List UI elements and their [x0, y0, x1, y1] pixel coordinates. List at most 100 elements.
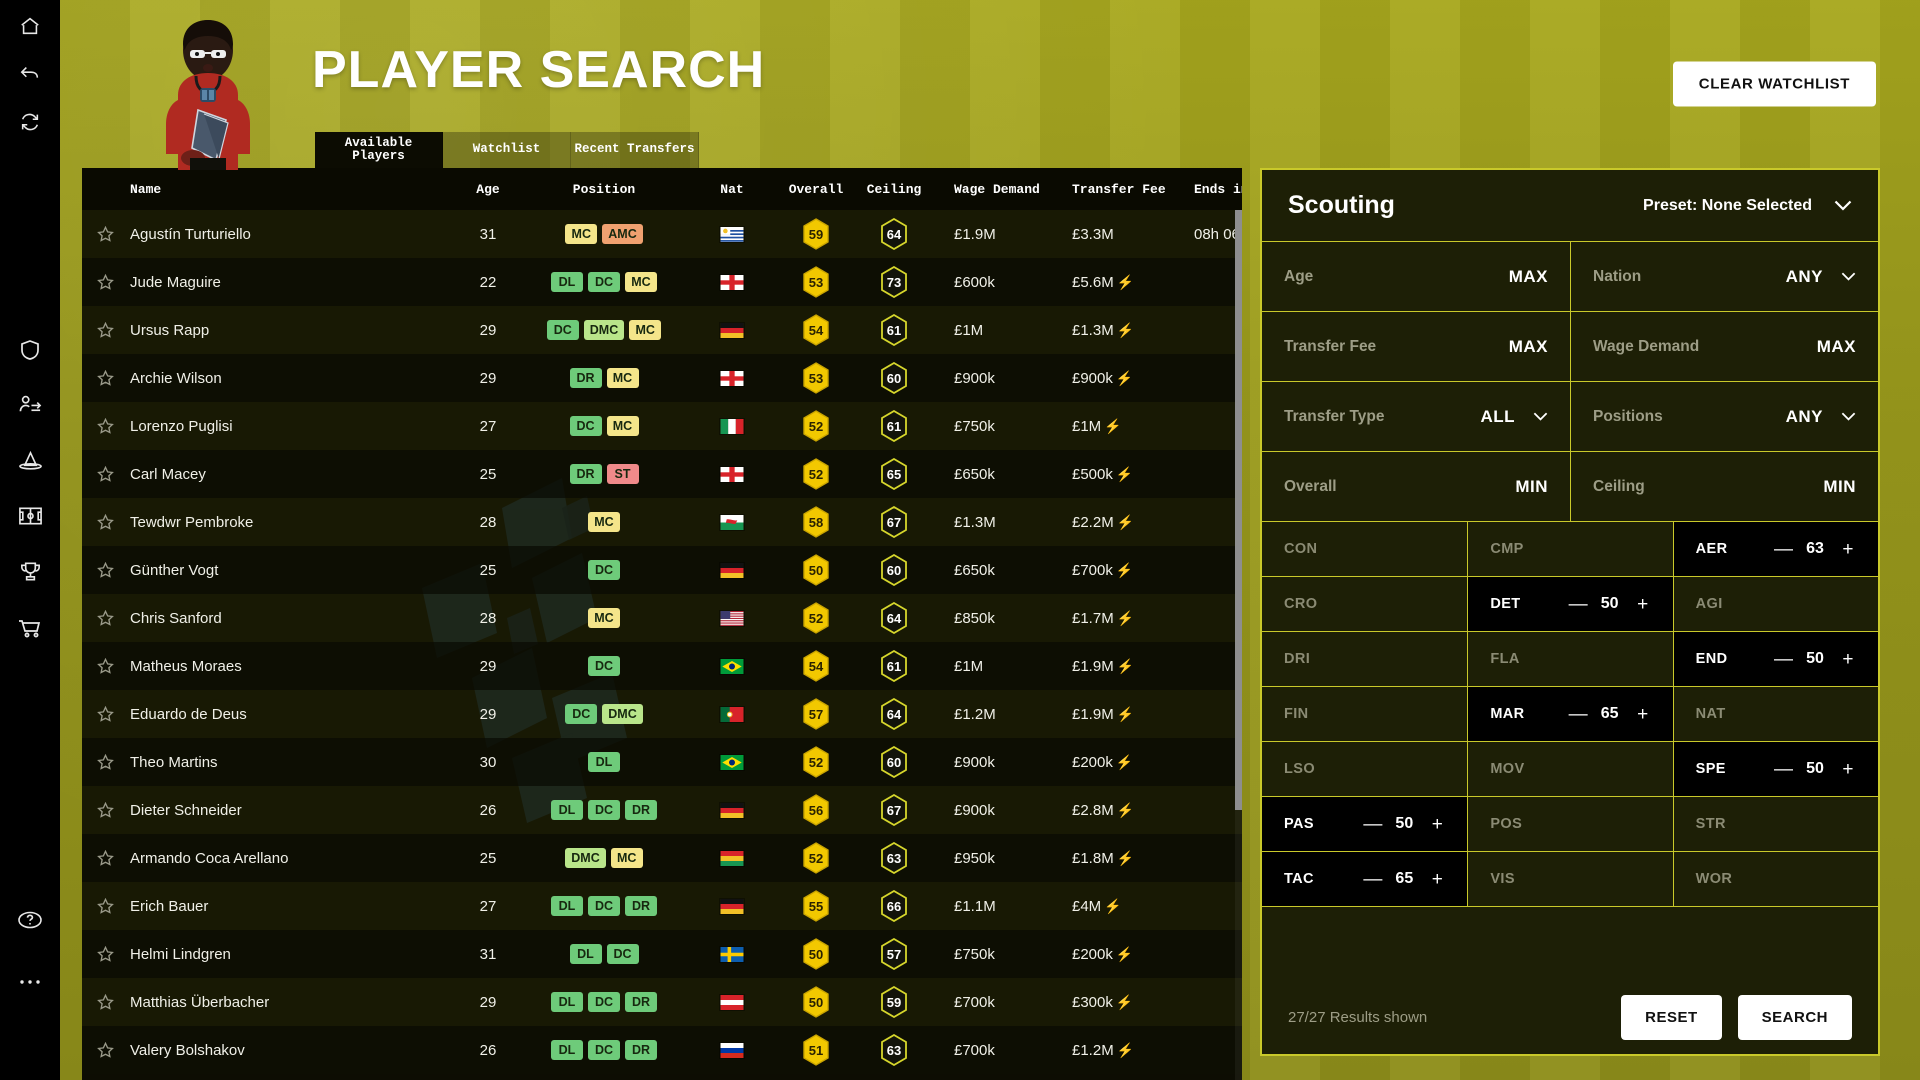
table-row[interactable]: Carl Macey 25 DR ST 52 65 £650k £500k ⚡ — [82, 450, 1242, 498]
watchlist-star-button[interactable] — [82, 561, 128, 579]
position-badge: DMC — [602, 704, 643, 724]
table-row[interactable]: Erich Bauer 27 DL DC DR 55 66 £1.1M £4M ⚡ — [82, 882, 1242, 930]
filter-overall[interactable]: Overall MIN — [1262, 452, 1570, 521]
pitch-icon[interactable] — [10, 496, 50, 536]
attribute-pos[interactable]: POS — [1467, 797, 1672, 851]
back-arrow-icon[interactable] — [10, 54, 50, 94]
watchlist-star-button[interactable] — [82, 993, 128, 1011]
table-row[interactable]: Helmi Lindgren 31 DL DC 50 57 £750k £200k… — [82, 930, 1242, 978]
table-row[interactable]: Jude Maguire 22 DL DC MC 53 73 £600k £5.6M… — [82, 258, 1242, 306]
decrement-button[interactable]: — — [1774, 760, 1793, 779]
watchlist-star-button[interactable] — [82, 417, 128, 435]
increment-button[interactable]: + — [1840, 540, 1856, 559]
table-row[interactable]: Matthias Überbacher 29 DL DC DR 50 59 £700… — [82, 978, 1242, 1026]
refresh-icon[interactable] — [10, 102, 50, 142]
attribute-mov[interactable]: MOV — [1467, 742, 1672, 796]
decrement-button[interactable]: — — [1363, 870, 1382, 889]
attribute-mar[interactable]: MAR — 65 + — [1467, 687, 1673, 741]
table-row[interactable]: Eduardo de Deus 29 DC DMC 57 64 £1.2M £1.… — [82, 690, 1242, 738]
increment-button[interactable]: + — [1840, 760, 1856, 779]
watchlist-star-button[interactable] — [82, 321, 128, 339]
watchlist-star-button[interactable] — [82, 609, 128, 627]
shield-icon[interactable] — [10, 330, 50, 370]
decrement-button[interactable]: — — [1569, 595, 1588, 614]
trophy-icon[interactable] — [10, 552, 50, 592]
decrement-button[interactable]: — — [1774, 650, 1793, 669]
reset-button[interactable]: RESET — [1621, 994, 1722, 1040]
home-icon[interactable] — [10, 6, 50, 46]
increment-button[interactable]: + — [1429, 815, 1445, 834]
attribute-det[interactable]: DET — 50 + — [1467, 577, 1673, 631]
watchlist-star-button[interactable] — [82, 897, 128, 915]
filter-positions[interactable]: Positions ANY — [1570, 382, 1878, 451]
preset-selector[interactable]: Preset: None Selected — [1643, 197, 1852, 215]
tab-recent-transfers[interactable]: Recent Transfers — [571, 132, 699, 168]
table-row[interactable]: Dieter Schneider 26 DL DC DR 56 67 £900k £… — [82, 786, 1242, 834]
attribute-wor[interactable]: WOR — [1672, 852, 1878, 906]
attribute-str[interactable]: STR — [1672, 797, 1878, 851]
watchlist-star-button[interactable] — [82, 945, 128, 963]
watchlist-star-button[interactable] — [82, 513, 128, 531]
filter-wage-demand[interactable]: Wage Demand MAX — [1570, 312, 1878, 381]
tab-available-players[interactable]: Available Players — [315, 132, 443, 168]
table-row[interactable]: Valery Bolshakov 26 DL DC DR 51 63 £700k £… — [82, 1026, 1242, 1074]
watchlist-star-button[interactable] — [82, 849, 128, 867]
attribute-tac[interactable]: TAC — 65 + — [1262, 852, 1468, 906]
increment-button[interactable]: + — [1840, 650, 1856, 669]
transfer-player-icon[interactable] — [10, 384, 50, 424]
attribute-fin[interactable]: FIN — [1262, 687, 1467, 741]
watchlist-star-button[interactable] — [82, 705, 128, 723]
decrement-button[interactable]: — — [1774, 540, 1793, 559]
watchlist-star-button[interactable] — [82, 465, 128, 483]
watchlist-star-button[interactable] — [82, 657, 128, 675]
watchlist-star-button[interactable] — [82, 225, 128, 243]
attribute-fla[interactable]: FLA — [1467, 632, 1672, 686]
table-row[interactable]: Archie Wilson 29 DR MC 53 60 £900k £900k ⚡ — [82, 354, 1242, 402]
increment-button[interactable]: + — [1429, 870, 1445, 889]
attribute-aer[interactable]: AER — 63 + — [1672, 522, 1878, 576]
watchlist-star-button[interactable] — [82, 801, 128, 819]
table-row[interactable]: Günther Vogt 25 DC 50 60 £650k £700k ⚡ — [82, 546, 1242, 594]
increment-button[interactable]: + — [1635, 705, 1651, 724]
search-button[interactable]: SEARCH — [1737, 994, 1852, 1040]
filter-transfer-type[interactable]: Transfer Type ALL — [1262, 382, 1570, 451]
attribute-pas[interactable]: PAS — 50 + — [1262, 797, 1468, 851]
table-row[interactable]: Chris Sanford 28 MC 52 64 £850k £1.7M ⚡ — [82, 594, 1242, 642]
watchlist-star-button[interactable] — [82, 1041, 128, 1059]
watchlist-star-button[interactable] — [82, 753, 128, 771]
table-scrollbar-thumb[interactable] — [1235, 210, 1242, 810]
attribute-agi[interactable]: AGI — [1672, 577, 1878, 631]
watchlist-star-button[interactable] — [82, 369, 128, 387]
table-row[interactable]: Tewdwr Pembroke 28 MC 58 67 £1.3M £2.2M ⚡ — [82, 498, 1242, 546]
table-row[interactable]: Theo Martins 30 DL 52 60 £900k £200k ⚡ — [82, 738, 1242, 786]
table-row[interactable]: Armando Coca Arellano 25 DMC MC 52 63 £95… — [82, 834, 1242, 882]
attribute-spe[interactable]: SPE — 50 + — [1672, 742, 1878, 796]
filter-transfer-fee[interactable]: Transfer Fee MAX — [1262, 312, 1570, 381]
training-cone-icon[interactable] — [10, 440, 50, 480]
filter-ceiling[interactable]: Ceiling MIN — [1570, 452, 1878, 521]
attribute-cmp[interactable]: CMP — [1467, 522, 1672, 576]
clear-watchlist-button[interactable]: CLEAR WATCHLIST — [1672, 61, 1876, 107]
attribute-lso[interactable]: LSO — [1262, 742, 1467, 796]
attribute-nat[interactable]: NAT — [1672, 687, 1878, 741]
table-row[interactable]: Agustín Turturiello 31 MC AMC 59 64 £1.9M… — [82, 210, 1242, 258]
attribute-dri[interactable]: DRI — [1262, 632, 1467, 686]
filter-age[interactable]: Age MAX — [1262, 242, 1570, 311]
attribute-vis[interactable]: VIS — [1467, 852, 1672, 906]
more-options-icon[interactable] — [10, 962, 50, 1002]
attribute-cro[interactable]: CRO — [1262, 577, 1467, 631]
table-row[interactable]: Matheus Moraes 29 DC 54 61 £1M £1.9M ⚡ — [82, 642, 1242, 690]
filter-nation[interactable]: Nation ANY — [1570, 242, 1878, 311]
table-scrollbar[interactable] — [1235, 210, 1242, 1080]
decrement-button[interactable]: — — [1569, 705, 1588, 724]
table-row[interactable]: Lorenzo Puglisi 27 DC MC 52 61 £750k £1M ⚡ — [82, 402, 1242, 450]
shop-cart-icon[interactable] — [10, 608, 50, 648]
decrement-button[interactable]: — — [1363, 815, 1382, 834]
table-row[interactable]: Ursus Rapp 29 DC DMC MC 54 61 £1M £1.3M ⚡ — [82, 306, 1242, 354]
help-icon[interactable] — [10, 900, 50, 940]
tab-watchlist[interactable]: Watchlist — [443, 132, 571, 168]
increment-button[interactable]: + — [1635, 595, 1651, 614]
attribute-end[interactable]: END — 50 + — [1672, 632, 1878, 686]
watchlist-star-button[interactable] — [82, 273, 128, 291]
attribute-con[interactable]: CON — [1262, 522, 1467, 576]
